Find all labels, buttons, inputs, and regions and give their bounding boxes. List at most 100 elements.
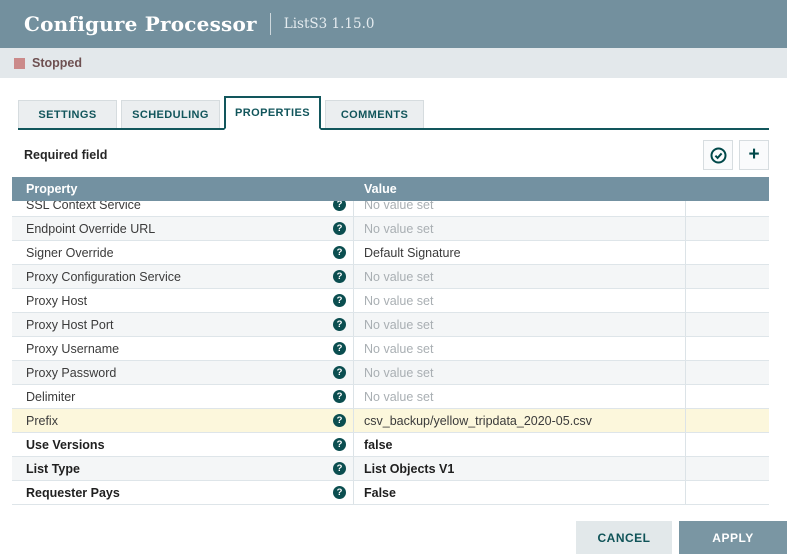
tab-comments[interactable]: COMMENTS — [325, 100, 424, 128]
property-value: List Objects V1 — [364, 462, 454, 476]
property-value: False — [364, 486, 396, 500]
table-row[interactable]: Proxy Username ? No value set — [12, 337, 769, 361]
apply-button[interactable]: APPLY — [679, 521, 787, 554]
property-name: List Type — [26, 462, 80, 476]
property-value-cell[interactable]: No value set — [354, 289, 686, 312]
row-trailing-cell — [686, 433, 769, 456]
property-name-cell: Requester Pays ? — [12, 481, 354, 504]
property-value-cell[interactable]: No value set — [354, 217, 686, 240]
cancel-button[interactable]: CANCEL — [576, 521, 672, 554]
property-value-cell[interactable]: csv_backup/yellow_tripdata_2020-05.csv — [354, 409, 686, 432]
property-value: No value set — [364, 318, 433, 332]
property-name: SSL Context Service — [26, 201, 141, 212]
dialog-title: Configure Processor — [24, 12, 257, 36]
column-header-property: Property — [12, 182, 354, 196]
properties-toolbar: Required field + — [12, 139, 769, 171]
table-row[interactable]: Endpoint Override URL ? No value set — [12, 217, 769, 241]
property-name: Use Versions — [26, 438, 105, 452]
help-question-icon[interactable]: ? — [333, 390, 346, 403]
table-row[interactable]: Signer Override ? Default Signature — [12, 241, 769, 265]
property-value-cell[interactable]: No value set — [354, 265, 686, 288]
table-header-row: Property Value — [12, 177, 769, 201]
help-question-icon[interactable]: ? — [333, 342, 346, 355]
property-value-cell[interactable]: No value set — [354, 313, 686, 336]
property-name-cell: Signer Override ? — [12, 241, 354, 264]
property-name: Delimiter — [26, 390, 75, 404]
row-trailing-cell — [686, 241, 769, 264]
table-row[interactable]: Proxy Host Port ? No value set — [12, 313, 769, 337]
table-row[interactable]: Proxy Host ? No value set — [12, 289, 769, 313]
properties-table: Property Value SSL Context Service ? No … — [12, 177, 769, 505]
property-value-cell[interactable]: No value set — [354, 337, 686, 360]
tab-scheduling-label: SCHEDULING — [132, 109, 209, 121]
property-value: No value set — [364, 294, 433, 308]
dialog-footer: CANCEL APPLY — [576, 521, 787, 554]
property-name-cell: Use Versions ? — [12, 433, 354, 456]
row-trailing-cell — [686, 265, 769, 288]
table-row[interactable]: Use Versions ? false — [12, 433, 769, 457]
row-trailing-cell — [686, 313, 769, 336]
tab-bar: SETTINGS SCHEDULING PROPERTIES COMMENTS — [18, 97, 769, 130]
title-divider — [270, 13, 271, 35]
clipped-scrolled-row: SSL Context Service ? No value set — [12, 201, 769, 217]
property-name-cell: SSL Context Service ? — [12, 201, 354, 216]
tab-settings-label: SETTINGS — [38, 109, 96, 121]
help-question-icon[interactable]: ? — [333, 246, 346, 259]
help-question-icon[interactable]: ? — [333, 201, 346, 211]
toolbar-buttons: + — [703, 140, 769, 170]
property-value-cell[interactable]: False — [354, 481, 686, 504]
help-question-icon[interactable]: ? — [333, 414, 346, 427]
tab-properties[interactable]: PROPERTIES — [224, 96, 321, 130]
table-row[interactable]: List Type ? List Objects V1 — [12, 457, 769, 481]
property-name: Proxy Host — [26, 294, 87, 308]
property-name-cell: Delimiter ? — [12, 385, 354, 408]
property-value-cell[interactable]: No value set — [354, 361, 686, 384]
tab-comments-label: COMMENTS — [341, 109, 408, 121]
help-question-icon[interactable]: ? — [333, 486, 346, 499]
row-trailing-cell — [686, 201, 769, 216]
property-value-cell[interactable]: Default Signature — [354, 241, 686, 264]
dialog-header: Configure Processor ListS3 1.15.0 — [0, 0, 787, 48]
property-value: false — [364, 438, 393, 452]
property-name: Signer Override — [26, 246, 114, 260]
help-question-icon[interactable]: ? — [333, 222, 346, 235]
property-value-cell[interactable]: List Objects V1 — [354, 457, 686, 480]
help-question-icon[interactable]: ? — [333, 462, 346, 475]
property-value: No value set — [364, 270, 433, 284]
table-row[interactable]: Delimiter ? No value set — [12, 385, 769, 409]
help-question-icon[interactable]: ? — [333, 270, 346, 283]
property-value: No value set — [364, 390, 433, 404]
tab-properties-label: PROPERTIES — [235, 107, 310, 119]
property-value: No value set — [364, 342, 433, 356]
table-row[interactable]: Prefix ? csv_backup/yellow_tripdata_2020… — [12, 409, 769, 433]
property-name-cell: Proxy Configuration Service ? — [12, 265, 354, 288]
property-value: No value set — [364, 222, 433, 236]
configure-processor-dialog: Configure Processor ListS3 1.15.0 Stoppe… — [0, 0, 787, 554]
add-property-button[interactable]: + — [739, 140, 769, 170]
table-row[interactable]: Requester Pays ? False — [12, 481, 769, 505]
tab-scheduling[interactable]: SCHEDULING — [121, 100, 220, 128]
row-trailing-cell — [686, 385, 769, 408]
property-value-cell[interactable]: No value set — [354, 201, 686, 216]
table-body: SSL Context Service ? No value set Endpo… — [12, 201, 769, 505]
property-value: Default Signature — [364, 246, 461, 260]
table-row[interactable]: Proxy Password ? No value set — [12, 361, 769, 385]
verify-properties-button[interactable] — [703, 140, 733, 170]
property-value-cell[interactable]: false — [354, 433, 686, 456]
help-question-icon[interactable]: ? — [333, 318, 346, 331]
plus-icon: + — [748, 145, 759, 164]
property-name-cell: Endpoint Override URL ? — [12, 217, 354, 240]
property-name-cell: Proxy Password ? — [12, 361, 354, 384]
table-row[interactable]: Proxy Configuration Service ? No value s… — [12, 265, 769, 289]
help-question-icon[interactable]: ? — [333, 294, 346, 307]
row-trailing-cell — [686, 361, 769, 384]
processor-name-version: ListS3 1.15.0 — [284, 16, 375, 32]
table-row[interactable]: SSL Context Service ? No value set — [12, 201, 769, 217]
tab-settings[interactable]: SETTINGS — [18, 100, 117, 128]
property-value-cell[interactable]: No value set — [354, 385, 686, 408]
property-name: Proxy Password — [26, 366, 116, 380]
help-question-icon[interactable]: ? — [333, 438, 346, 451]
row-trailing-cell — [686, 457, 769, 480]
property-name-cell: List Type ? — [12, 457, 354, 480]
help-question-icon[interactable]: ? — [333, 366, 346, 379]
